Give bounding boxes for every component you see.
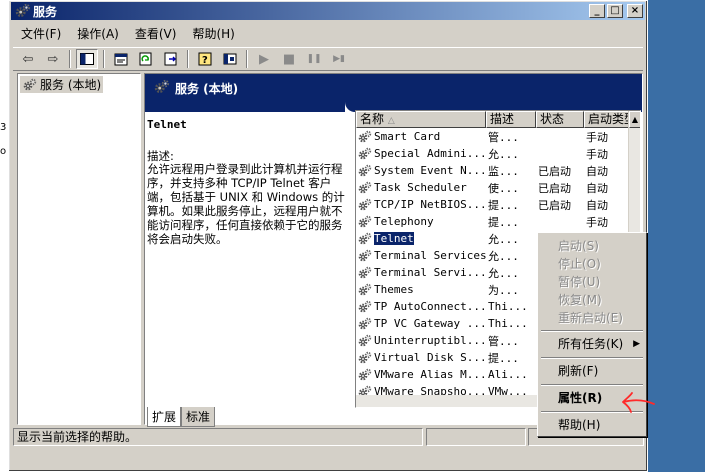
menu-item-stop[interactable]: 停止(O) — [538, 255, 646, 273]
menu-item-refresh[interactable]: 刷新(F) — [538, 362, 646, 380]
menu-file[interactable]: 文件(F) — [13, 23, 69, 43]
table-row[interactable]: TCP/IP NetBIOS... 提... 已启动 自动 — [356, 196, 630, 213]
selected-service-name: Telnet — [147, 118, 187, 131]
menu-view[interactable]: 查看(V) — [127, 23, 185, 43]
service-gear-icon — [358, 147, 372, 161]
menu-item-pause[interactable]: 暂停(U) — [538, 273, 646, 291]
column-header-status[interactable]: 状态 — [536, 111, 584, 128]
column-header-startup-type[interactable]: 启动类型 — [584, 111, 630, 128]
service-gear-icon — [358, 232, 372, 246]
menu-item-resume[interactable]: 恢复(M) — [538, 291, 646, 309]
toolbar-separator — [103, 50, 105, 68]
properties-icon[interactable] — [110, 49, 132, 69]
column-header-name[interactable]: 名称 △ — [356, 111, 486, 128]
column-header-description[interactable]: 描述 — [486, 111, 536, 128]
red-arrow-annotation — [622, 392, 655, 413]
menu-separator — [541, 330, 643, 332]
services-gear-icon — [15, 3, 31, 19]
description-text: 允许远程用户登录到此计算机并运行程序，并支持多种 TCP/IP Telnet 客… — [147, 162, 345, 246]
view-tabs: 扩展 标准 — [147, 407, 216, 427]
service-gear-icon — [358, 283, 372, 297]
menu-separator — [541, 384, 643, 386]
table-row[interactable]: Task Scheduler 使... 已启动 自动 — [356, 179, 630, 196]
menu-separator — [541, 357, 643, 359]
menu-item-restart[interactable]: 重新启动(E) — [538, 309, 646, 327]
tab-extended[interactable]: 扩展 — [147, 407, 182, 427]
pane-header-title: 服务 (本地) — [175, 81, 239, 96]
maximize-button[interactable]: □ — [607, 4, 623, 18]
close-button[interactable]: × — [627, 4, 643, 18]
stop-icon[interactable]: ■ — [278, 49, 300, 69]
console-tree: 服务 (本地) — [17, 73, 141, 425]
scroll-up-arrow-icon[interactable]: ▲ — [629, 111, 640, 128]
service-gear-icon — [358, 317, 372, 331]
desktop-text-fragment: o — [0, 146, 7, 157]
pause-icon[interactable]: ❚❚ — [303, 49, 325, 69]
toolbar-separator — [187, 50, 189, 68]
toolbar: ⇦ ⇨ ? ▶ ■ ❚❚ ▶▮ — [13, 47, 643, 71]
refresh-icon[interactable] — [135, 49, 157, 69]
service-gear-icon — [358, 164, 372, 178]
table-row[interactable]: Special Admini... 允... 手动 — [356, 145, 630, 162]
table-row[interactable]: System Event N... 监... 已启动 自动 — [356, 162, 630, 179]
menu-action[interactable]: 操作(A) — [69, 23, 127, 43]
submenu-arrow-icon: ▶ — [633, 339, 640, 349]
service-gear-icon — [358, 351, 372, 365]
service-gear-icon — [358, 368, 372, 382]
title-bar[interactable]: 服务 _ □ × — [11, 2, 645, 20]
show-tree-icon[interactable] — [76, 49, 98, 69]
menu-help[interactable]: 帮助(H) — [184, 23, 242, 43]
window-title: 服务 — [33, 4, 58, 19]
tree-node-label: 服务 (本地) — [40, 78, 102, 92]
pane-header: 服务 (本地) — [145, 74, 642, 102]
table-row[interactable]: Smart Card 管... 手动 — [356, 128, 630, 145]
forward-icon[interactable]: ⇨ — [42, 49, 64, 69]
minimize-button[interactable]: _ — [589, 4, 605, 18]
status-bar: 显示当前选择的帮助。 — [13, 428, 423, 446]
menu-item-help[interactable]: 帮助(H) — [538, 416, 646, 434]
service-gear-icon — [358, 266, 372, 280]
menu-bar: 文件(F) 操作(A) 查看(V) 帮助(H) — [13, 23, 243, 43]
desktop-text-fragment: 3 — [0, 122, 7, 133]
service-gear-icon — [358, 198, 372, 212]
table-row[interactable]: Telephony 提... 手动 — [356, 213, 630, 230]
service-gear-icon — [358, 130, 372, 144]
toolbar-separator — [246, 50, 248, 68]
service-gear-icon — [358, 300, 372, 314]
menu-item-all-tasks[interactable]: 所有任务(K) ▶ — [538, 335, 646, 353]
help-icon[interactable]: ? — [194, 49, 216, 69]
desktop-edge — [0, 0, 8, 472]
menu-item-start[interactable]: 启动(S) — [538, 237, 646, 255]
console-icon[interactable] — [219, 49, 241, 69]
services-gear-icon — [22, 78, 38, 92]
back-icon[interactable]: ⇦ — [17, 49, 39, 69]
service-gear-icon — [358, 334, 372, 348]
list-header: 名称 △ 描述 状态 启动类型 — [356, 111, 640, 128]
restart-icon[interactable]: ▶▮ — [328, 49, 350, 69]
services-gear-icon — [153, 79, 171, 95]
tree-node-services-local[interactable]: 服务 (本地) — [20, 76, 104, 93]
service-gear-icon — [358, 181, 372, 195]
toolbar-separator — [69, 50, 71, 68]
export-icon[interactable] — [160, 49, 182, 69]
svg-text:?: ? — [202, 55, 208, 66]
header-band — [145, 102, 345, 112]
service-gear-icon — [358, 249, 372, 263]
tab-standard[interactable]: 标准 — [181, 407, 216, 427]
service-gear-icon — [358, 215, 372, 229]
status-bar-segment — [426, 428, 526, 446]
start-icon[interactable]: ▶ — [253, 49, 275, 69]
